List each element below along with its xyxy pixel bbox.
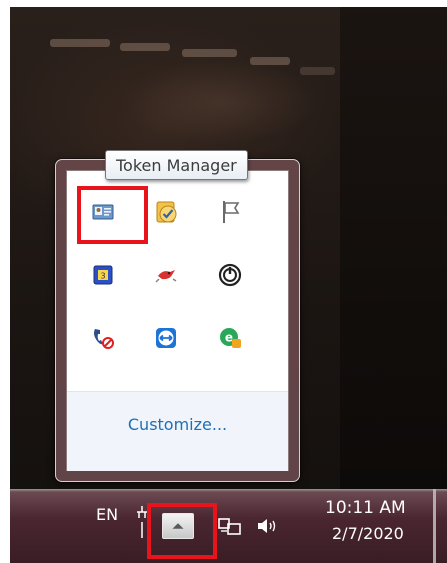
schedule-check-icon[interactable] [151, 197, 181, 227]
overflow-panel: 3 e Customize... [66, 170, 289, 471]
phone-blocked-icon[interactable] [88, 323, 118, 353]
chevron-up-icon [172, 523, 184, 529]
taskbar: EN 10:11 AM 2/7/2020 [10, 489, 447, 563]
tooltip: Token Manager [105, 150, 248, 180]
svg-text:3: 3 [100, 272, 105, 281]
red-bird-app-icon[interactable] [151, 260, 181, 290]
input-method-icon[interactable] [133, 502, 151, 542]
language-indicator[interactable]: EN [96, 505, 118, 524]
notification-area-overflow: 3 e Customize... [55, 159, 300, 482]
customize-link[interactable]: Customize... [67, 415, 288, 434]
show-desktop-edge[interactable] [433, 489, 436, 563]
clock-time[interactable]: 10:11 AM [325, 498, 406, 518]
teamviewer-icon[interactable] [151, 323, 181, 353]
desktop-wallpaper: 3 e Customize... Token Manager EN 10:11 … [10, 7, 447, 563]
volume-icon[interactable] [255, 514, 281, 538]
action-center-flag-icon[interactable] [215, 197, 245, 227]
e-app-icon[interactable]: e [215, 323, 245, 353]
token-manager-icon[interactable] [88, 197, 118, 227]
customize-section: Customize... [67, 391, 288, 471]
power-dial-icon[interactable] [215, 260, 245, 290]
svg-text:e: e [225, 331, 233, 345]
yellow-box-app-icon[interactable]: 3 [88, 260, 118, 290]
hidden-icons-grid: 3 e [67, 171, 288, 391]
show-hidden-icons-button[interactable] [162, 513, 194, 539]
network-icon[interactable] [218, 513, 242, 539]
clock-date[interactable]: 2/7/2020 [332, 524, 404, 543]
